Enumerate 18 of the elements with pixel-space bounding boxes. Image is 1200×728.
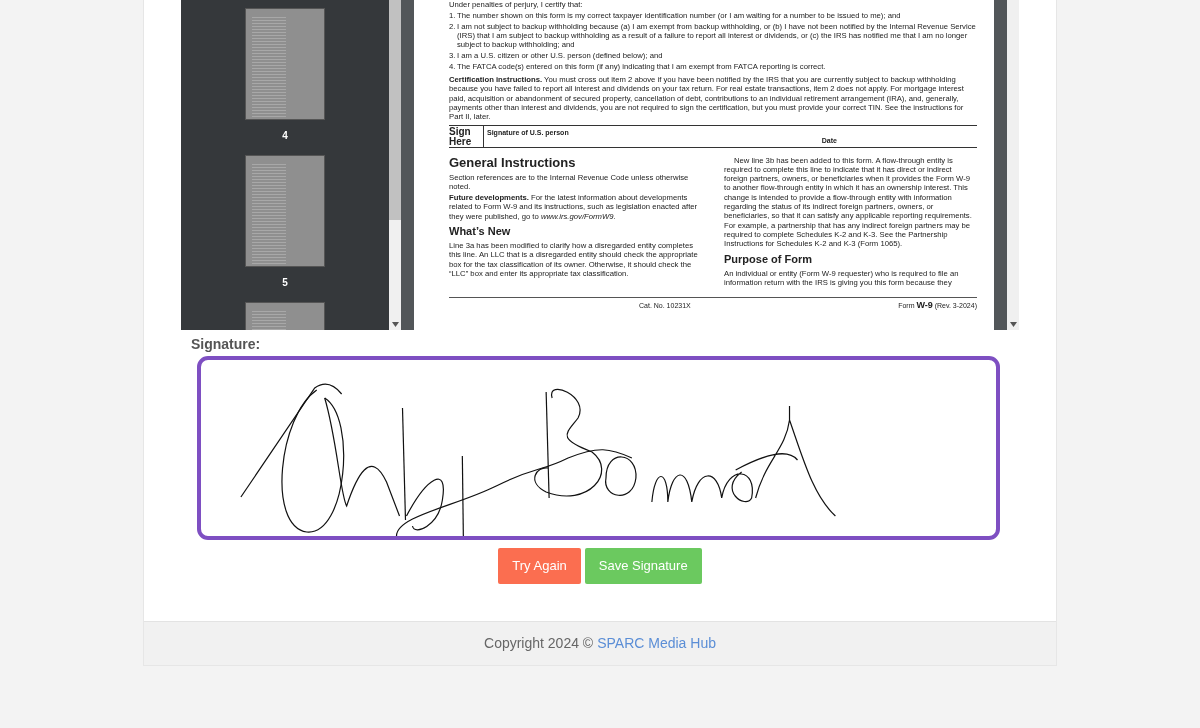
- sign-here-label: Sign Here: [449, 125, 484, 147]
- page-thumbnail[interactable]: [245, 155, 325, 267]
- scroll-down-icon[interactable]: [391, 322, 399, 327]
- section-heading: Purpose of Form: [724, 252, 813, 266]
- scrollbar[interactable]: [389, 0, 401, 330]
- section-heading: What’s New: [449, 225, 512, 239]
- scroll-down-icon[interactable]: [1009, 322, 1017, 327]
- signature-label: Signature:: [191, 335, 261, 354]
- scrollbar[interactable]: [1007, 0, 1019, 330]
- thumbnail-label: 5: [282, 276, 288, 290]
- save-button[interactable]: Save Signature: [584, 548, 702, 584]
- thumbnail-label: 4: [282, 129, 288, 143]
- signature-pad[interactable]: [197, 356, 1000, 540]
- try-again-button[interactable]: Try Again: [498, 548, 581, 584]
- copyright-text: Copyright 2024 ©: [484, 633, 594, 653]
- footer-link[interactable]: SPARC Media Hub: [597, 632, 716, 654]
- section-heading: General Instructions: [449, 155, 577, 170]
- page-thumbnail[interactable]: [245, 8, 325, 120]
